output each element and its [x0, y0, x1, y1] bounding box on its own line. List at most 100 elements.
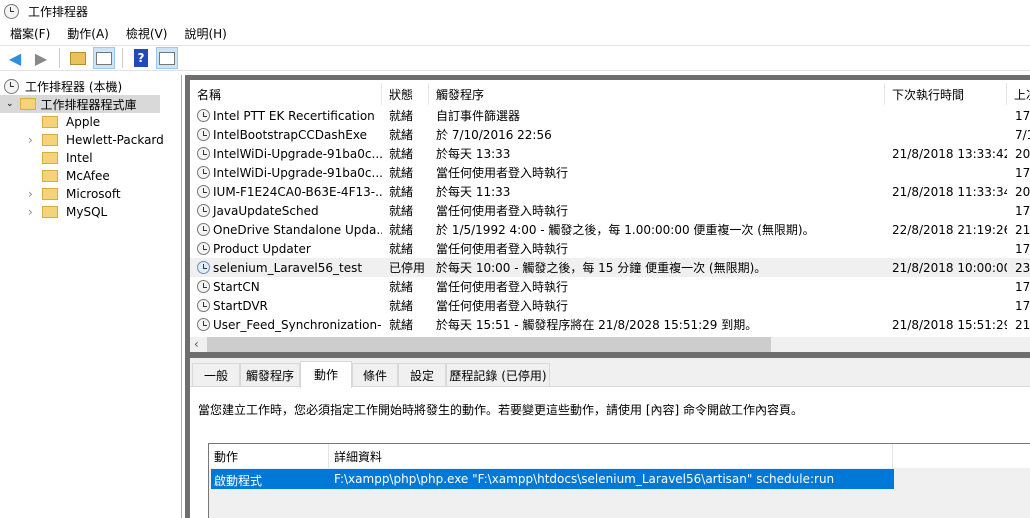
column-header-details[interactable]: 詳細資料 — [329, 444, 893, 468]
task-row[interactable]: IntelWiDi-Upgrade-91ba0c... 就緒 當任何使用者登入時… — [190, 163, 1030, 182]
tree-root[interactable]: 工作排程器 (本機) — [4, 77, 122, 95]
task-row[interactable]: JavaUpdateSched 就緒 當任何使用者登入時執行 17/ — [190, 201, 1030, 220]
tab-actions[interactable]: 動作 — [300, 361, 352, 388]
menu-help[interactable]: 說明(H) — [184, 25, 226, 42]
folder-icon — [42, 134, 58, 146]
up-folder-button[interactable] — [67, 47, 89, 69]
task-clock-icon — [197, 318, 210, 331]
tree-folder-microsoft[interactable]: › Microsoft — [28, 185, 121, 203]
window-title: 工作排程器 — [28, 4, 89, 19]
column-header-name[interactable]: 名稱 — [190, 83, 382, 105]
task-row[interactable]: Intel PTT EK Recertification 就緒 自訂事件篩選器 … — [190, 106, 1030, 125]
column-header-next-run[interactable]: 下次執行時間 — [885, 83, 1007, 105]
toolbar-separator — [122, 48, 123, 68]
task-status: 就緒 — [389, 128, 414, 142]
task-row[interactable]: IntelWiDi-Upgrade-91ba0c... 就緒 於每天 13:33… — [190, 144, 1030, 163]
task-row[interactable]: IUM-F1E24CA0-B63E-4F13-... 就緒 於每天 11:33 … — [190, 182, 1030, 201]
action-pane-icon — [159, 51, 175, 65]
back-button[interactable]: ◀ — [4, 47, 26, 69]
task-status: 就緒 — [389, 166, 414, 180]
tree-folder-mcafee[interactable]: McAfee — [28, 167, 110, 185]
tab-history[interactable]: 歷程記錄 (已停用) — [446, 363, 550, 386]
task-name: Intel PTT EK Recertification — [213, 108, 375, 123]
task-last-run: 17/ — [1015, 108, 1030, 123]
tree-folder-intel[interactable]: Intel — [28, 149, 93, 167]
toolbar-separator — [59, 48, 60, 68]
tab-triggers[interactable]: 觸發程序 — [240, 363, 300, 386]
task-last-run: 17/ — [1015, 298, 1030, 313]
tree-library[interactable]: ⌄ 工作排程器程式庫 — [0, 95, 160, 113]
clock-icon — [4, 78, 19, 94]
task-row[interactable]: OneDrive Standalone Upda... 就緒 於 1/5/199… — [190, 220, 1030, 239]
task-name: IntelWiDi-Upgrade-91ba0c... — [213, 146, 382, 161]
scroll-left-icon[interactable]: ‹ — [194, 337, 199, 351]
task-status: 就緒 — [389, 242, 414, 256]
task-name: OneDrive Standalone Upda... — [213, 222, 382, 237]
task-row[interactable]: StartDVR 就緒 當任何使用者登入時執行 17/ — [190, 296, 1030, 315]
chevron-down-icon: ⌄ — [6, 99, 14, 109]
task-trigger: 當任何使用者登入時執行 — [436, 242, 569, 256]
task-last-run: 23/ — [1015, 260, 1030, 275]
menu-file[interactable]: 檔案(F) — [10, 25, 50, 42]
column-header-status[interactable]: 狀態 — [382, 83, 429, 105]
column-header-trigger[interactable]: 觸發程序 — [429, 83, 885, 105]
chevron-right-icon[interactable]: › — [28, 205, 42, 219]
task-row[interactable]: StartCN 就緒 當任何使用者登入時執行 17/ — [190, 277, 1030, 296]
task-next-run — [892, 239, 1007, 258]
show-hide-console-tree-button[interactable] — [93, 47, 115, 69]
task-last-run: 21/ — [1015, 222, 1030, 237]
forward-button[interactable]: ▶ — [30, 47, 52, 69]
task-row[interactable]: Product Updater 就緒 當任何使用者登入時執行 17/ — [190, 239, 1030, 258]
actions-table: 動作 詳細資料 啟動程式 F:\xampp\php\php.exe "F:\xa… — [208, 443, 1030, 518]
menu-bar: 檔案(F) 動作(A) 檢視(V) 說明(H) — [0, 22, 1030, 44]
task-row[interactable]: User_Feed_Synchronization-... 就緒 於每天 15:… — [190, 315, 1030, 334]
task-row[interactable]: selenium_Laravel56_test 已停用 於每天 10:00 - … — [190, 258, 1030, 277]
task-status: 就緒 — [389, 223, 414, 237]
task-clock-icon — [197, 261, 210, 274]
task-trigger: 於每天 10:00 - 觸發之後，每 15 分鐘 便重複一次 (無限期)。 — [436, 261, 767, 275]
task-clock-icon — [197, 147, 210, 160]
toolbar: ◀ ▶ ? — [0, 45, 1030, 71]
task-clock-icon — [197, 280, 210, 293]
horizontal-scrollbar[interactable]: ‹ — [190, 337, 1030, 352]
help-icon: ? — [134, 49, 148, 67]
task-last-run: 20/ — [1015, 184, 1030, 199]
show-hide-action-pane-button[interactable] — [156, 47, 178, 69]
task-next-run: 21/8/2018 15:51:29 — [892, 317, 1007, 332]
task-status: 就緒 — [389, 204, 414, 218]
actions-description: 當您建立工作時，您必須指定工作開始時將發生的動作。若要變更這些動作，請使用 [內… — [198, 403, 803, 417]
task-next-run — [892, 277, 1007, 296]
task-next-run: 21/8/2018 10:00:00 — [892, 260, 1007, 275]
task-clock-icon — [197, 128, 210, 141]
task-trigger: 當任何使用者登入時執行 — [436, 166, 569, 180]
tab-conditions[interactable]: 條件 — [352, 363, 398, 386]
task-name: IntelBootstrapCCDashExe — [213, 127, 367, 142]
task-last-run: 21/ — [1015, 317, 1030, 332]
scrollbar-thumb[interactable] — [207, 337, 771, 352]
action-type: 啟動程式 — [214, 474, 263, 488]
menu-action[interactable]: 動作(A) — [67, 25, 109, 42]
tab-settings[interactable]: 設定 — [398, 363, 446, 386]
tree-folder-hewlett-packard[interactable]: › Hewlett-Packard — [28, 131, 164, 149]
task-name: StartCN — [213, 279, 260, 294]
title-bar: 工作排程器 — [0, 0, 1030, 22]
task-last-run: 17/ — [1015, 203, 1030, 218]
tree-folder-mysql[interactable]: › MySQL — [28, 203, 107, 221]
task-status: 就緒 — [389, 318, 414, 332]
task-row[interactable]: IntelBootstrapCCDashExe 就緒 於 7/10/2016 2… — [190, 125, 1030, 144]
task-status: 已停用 — [389, 261, 426, 275]
column-header-action[interactable]: 動作 — [209, 444, 329, 468]
tree-folder-apple[interactable]: Apple — [28, 113, 100, 131]
chevron-right-icon[interactable]: › — [28, 133, 42, 147]
task-last-run: 20/ — [1015, 146, 1030, 161]
chevron-right-icon[interactable]: › — [28, 187, 42, 201]
action-row[interactable]: 啟動程式 F:\xampp\php\php.exe "F:\xampp\htdo… — [211, 469, 894, 489]
menu-view[interactable]: 檢視(V) — [126, 25, 168, 42]
task-trigger: 於每天 11:33 — [436, 185, 511, 199]
task-trigger: 自訂事件篩選器 — [436, 109, 521, 123]
task-name: User_Feed_Synchronization-... — [213, 317, 382, 332]
help-button[interactable]: ? — [130, 47, 152, 69]
tab-general[interactable]: 一般 — [192, 363, 240, 386]
task-clock-icon — [197, 185, 210, 198]
column-header-last-run[interactable]: 上次執行時間 — [1007, 83, 1030, 105]
